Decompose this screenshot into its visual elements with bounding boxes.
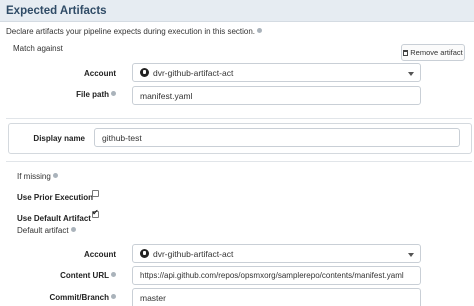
default-account-value: dvr-github-artifact-act bbox=[153, 248, 234, 259]
commit-branch-label: Commit/Branch bbox=[49, 293, 109, 302]
chevron-down-icon bbox=[408, 72, 414, 76]
commit-branch-value: master bbox=[140, 292, 166, 303]
content-url-label-wrap: Content URL bbox=[20, 271, 116, 280]
remove-artifact-button[interactable]: Remove artifact bbox=[401, 44, 465, 61]
filepath-label: File path bbox=[76, 90, 109, 99]
help-icon[interactable] bbox=[257, 28, 263, 33]
display-name-label: Display name bbox=[33, 134, 85, 143]
help-icon[interactable] bbox=[111, 91, 116, 96]
help-icon[interactable] bbox=[52, 173, 58, 178]
if-missing-heading: If missing bbox=[17, 172, 58, 181]
divider bbox=[6, 118, 472, 119]
display-name-value: github-test bbox=[102, 132, 142, 143]
chevron-down-icon bbox=[408, 253, 414, 257]
use-prior-execution-checkbox[interactable] bbox=[92, 190, 99, 197]
content-url-value: https://api.github.com/repos/opsmxorg/sa… bbox=[140, 271, 404, 280]
default-artifact-heading: Default artifact bbox=[17, 226, 76, 235]
filepath-value: manifest.yaml bbox=[140, 90, 193, 101]
commit-branch-label-wrap: Commit/Branch bbox=[20, 293, 116, 302]
use-default-artifact-checkbox[interactable] bbox=[92, 208, 99, 218]
section-header: Expected Artifacts bbox=[0, 0, 474, 22]
divider bbox=[6, 161, 472, 162]
content-url-label: Content URL bbox=[60, 271, 109, 280]
help-icon[interactable] bbox=[111, 294, 116, 299]
section-title: Expected Artifacts bbox=[6, 5, 107, 17]
description-text: Declare artifacts your pipeline expects … bbox=[6, 27, 256, 36]
match-account-select[interactable]: dvr-github-artifact-act bbox=[132, 63, 421, 82]
github-icon bbox=[140, 68, 149, 77]
default-account-select[interactable]: dvr-github-artifact-act bbox=[132, 244, 421, 263]
trash-icon bbox=[403, 49, 409, 56]
filepath-label-wrap: File path bbox=[20, 90, 116, 99]
default-account-label: Account bbox=[84, 250, 116, 259]
help-icon[interactable] bbox=[111, 272, 116, 277]
match-account-label: Account bbox=[84, 69, 116, 78]
use-default-artifact-label: Use Default Artifact bbox=[17, 214, 91, 223]
section-description: Declare artifacts your pipeline expects … bbox=[6, 27, 263, 36]
use-prior-execution-label: Use Prior Execution bbox=[17, 193, 94, 202]
match-against-heading: Match against bbox=[13, 44, 63, 53]
help-icon[interactable] bbox=[70, 227, 76, 232]
if-missing-label: If missing bbox=[17, 172, 51, 181]
filepath-input[interactable]: manifest.yaml bbox=[132, 86, 421, 105]
display-name-input[interactable]: github-test bbox=[94, 128, 460, 147]
remove-artifact-label: Remove artifact bbox=[410, 48, 463, 57]
match-account-value: dvr-github-artifact-act bbox=[153, 67, 234, 78]
commit-branch-input[interactable]: master bbox=[132, 288, 421, 306]
github-icon bbox=[140, 249, 149, 258]
content-url-input[interactable]: https://api.github.com/repos/opsmxorg/sa… bbox=[132, 266, 421, 285]
default-artifact-label: Default artifact bbox=[17, 226, 69, 235]
